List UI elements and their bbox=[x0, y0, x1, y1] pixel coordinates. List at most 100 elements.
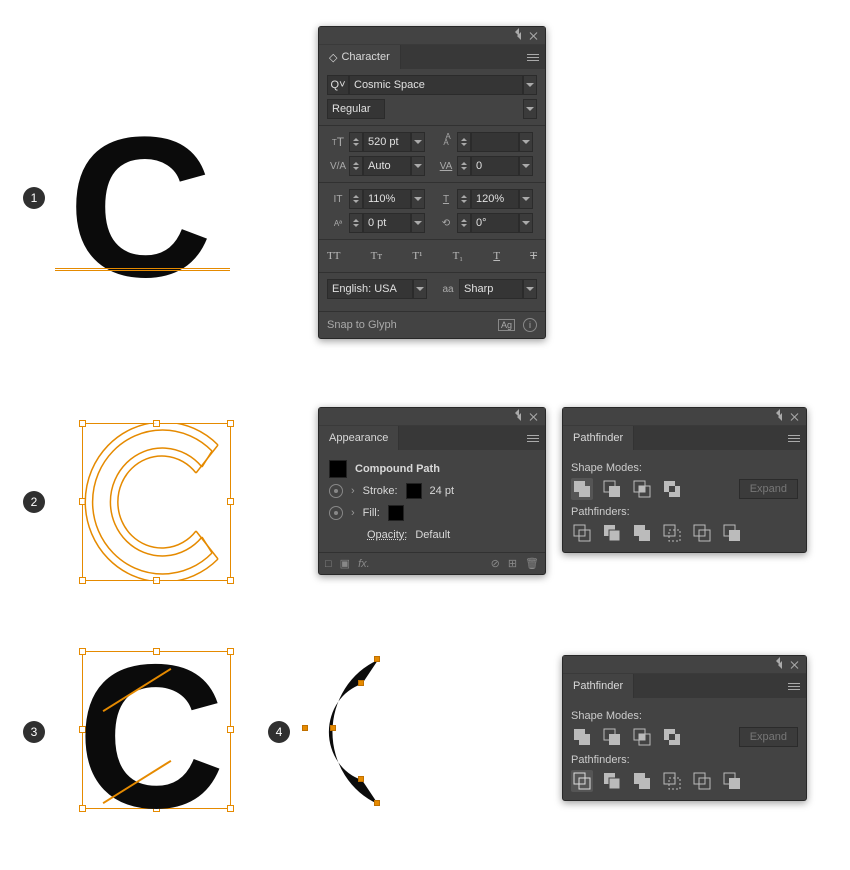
tracking-stepper[interactable] bbox=[457, 156, 471, 176]
stroke-value[interactable]: 24 pt bbox=[430, 485, 454, 497]
leading-field[interactable] bbox=[471, 132, 519, 152]
visibility-toggle[interactable] bbox=[329, 506, 343, 520]
leading-stepper[interactable] bbox=[457, 132, 471, 152]
font-family-dropdown[interactable] bbox=[523, 75, 537, 95]
panel-menu-icon[interactable] bbox=[788, 435, 800, 442]
panel-menu-icon[interactable] bbox=[527, 54, 539, 61]
vscale-field[interactable]: 110% bbox=[363, 189, 411, 209]
hscale-stepper[interactable] bbox=[457, 189, 471, 209]
expand-arrow[interactable]: › bbox=[351, 507, 355, 519]
trim-button[interactable] bbox=[601, 522, 623, 544]
superscript-button[interactable]: T¹ bbox=[412, 250, 422, 262]
outline-button[interactable] bbox=[691, 770, 713, 792]
divide-button[interactable] bbox=[571, 522, 593, 544]
collapse-icon[interactable] bbox=[517, 413, 521, 421]
kerning-dropdown[interactable] bbox=[411, 156, 425, 176]
fill-row[interactable]: › Fill: bbox=[329, 502, 535, 524]
unite-button[interactable] bbox=[571, 726, 593, 748]
merge-button[interactable] bbox=[631, 522, 653, 544]
glyph-c-step2-outline[interactable] bbox=[82, 423, 231, 581]
merge-button[interactable] bbox=[631, 770, 653, 792]
font-style-dropdown[interactable] bbox=[523, 99, 537, 119]
intersect-button[interactable] bbox=[631, 478, 653, 500]
outline-button[interactable] bbox=[691, 522, 713, 544]
hscale-dropdown[interactable] bbox=[519, 189, 533, 209]
strikethrough-button[interactable]: T bbox=[530, 250, 537, 262]
unite-button[interactable] bbox=[571, 478, 593, 500]
font-family-field[interactable]: Cosmic Space bbox=[349, 75, 523, 95]
glyph-bounds-icon[interactable]: Ag bbox=[498, 319, 515, 331]
minus-back-button[interactable] bbox=[721, 522, 743, 544]
opacity-row[interactable]: Opacity: Default bbox=[329, 524, 535, 546]
tracking-dropdown[interactable] bbox=[519, 156, 533, 176]
tab-character[interactable]: ◇ Character bbox=[319, 45, 401, 69]
glyph-c-step1[interactable]: C bbox=[68, 108, 212, 308]
font-style-field[interactable]: Regular bbox=[327, 99, 385, 119]
exclude-button[interactable] bbox=[661, 726, 683, 748]
trash-icon[interactable]: 🗑 bbox=[525, 557, 539, 570]
new-stroke-icon[interactable]: □ bbox=[325, 558, 332, 570]
glyph-c-step3[interactable]: C bbox=[77, 634, 225, 839]
clear-icon[interactable]: ⊘ bbox=[491, 557, 500, 570]
collapse-icon[interactable] bbox=[517, 32, 521, 40]
baseline-field[interactable]: 0 pt bbox=[363, 213, 411, 233]
font-size-stepper[interactable] bbox=[349, 132, 363, 152]
rotation-field[interactable]: 0° bbox=[471, 213, 519, 233]
tracking-field[interactable]: 0 bbox=[471, 156, 519, 176]
anchor-point[interactable] bbox=[330, 725, 336, 731]
close-icon[interactable] bbox=[529, 31, 539, 41]
anchor-point[interactable] bbox=[358, 680, 364, 686]
leading-dropdown[interactable] bbox=[519, 132, 533, 152]
anchor-point[interactable] bbox=[374, 800, 380, 806]
close-icon[interactable] bbox=[790, 660, 800, 670]
font-size-field[interactable]: 520 pt bbox=[363, 132, 411, 152]
trim-button[interactable] bbox=[601, 770, 623, 792]
anchor-point[interactable] bbox=[374, 656, 380, 662]
minus-front-button[interactable] bbox=[601, 726, 623, 748]
crop-button[interactable] bbox=[661, 522, 683, 544]
tab-pathfinder[interactable]: Pathfinder bbox=[563, 426, 634, 450]
language-dropdown[interactable] bbox=[413, 279, 427, 299]
panel-menu-icon[interactable] bbox=[527, 435, 539, 442]
duplicate-icon[interactable]: ⊞ bbox=[508, 557, 517, 570]
stroke-row[interactable]: › Stroke: 24 pt bbox=[329, 480, 535, 502]
fx-icon[interactable]: fx. bbox=[358, 558, 370, 570]
antialias-field[interactable]: Sharp bbox=[459, 279, 523, 299]
underline-button[interactable]: T bbox=[493, 250, 500, 262]
vscale-stepper[interactable] bbox=[349, 189, 363, 209]
small-caps-button[interactable]: Tᴛ bbox=[371, 250, 383, 262]
baseline-dropdown[interactable] bbox=[411, 213, 425, 233]
collapse-icon[interactable] bbox=[778, 661, 782, 669]
exclude-button[interactable] bbox=[661, 478, 683, 500]
expand-arrow[interactable]: › bbox=[351, 485, 355, 497]
crop-button[interactable] bbox=[661, 770, 683, 792]
tab-pathfinder[interactable]: Pathfinder bbox=[563, 674, 634, 698]
rotation-dropdown[interactable] bbox=[519, 213, 533, 233]
tab-appearance[interactable]: Appearance bbox=[319, 426, 399, 450]
kerning-field[interactable]: Auto bbox=[363, 156, 411, 176]
hscale-field[interactable]: 120% bbox=[471, 189, 519, 209]
opacity-value[interactable]: Default bbox=[415, 529, 450, 541]
minus-back-button[interactable] bbox=[721, 770, 743, 792]
collapse-icon[interactable] bbox=[778, 413, 782, 421]
intersect-button[interactable] bbox=[631, 726, 653, 748]
kerning-stepper[interactable] bbox=[349, 156, 363, 176]
subscript-button[interactable]: T₁ bbox=[453, 250, 464, 262]
font-size-dropdown[interactable] bbox=[411, 132, 425, 152]
baseline-stepper[interactable] bbox=[349, 213, 363, 233]
rotation-stepper[interactable] bbox=[457, 213, 471, 233]
close-icon[interactable] bbox=[790, 412, 800, 422]
visibility-toggle[interactable] bbox=[329, 484, 343, 498]
divide-button[interactable] bbox=[571, 770, 593, 792]
anchor-point[interactable] bbox=[302, 725, 308, 731]
arc-piece-step4[interactable] bbox=[300, 642, 410, 822]
close-icon[interactable] bbox=[529, 412, 539, 422]
vscale-dropdown[interactable] bbox=[411, 189, 425, 209]
fill-swatch[interactable] bbox=[388, 505, 404, 521]
all-caps-button[interactable]: TT bbox=[327, 250, 340, 262]
find-font-icon[interactable]: Q˅ bbox=[327, 75, 349, 95]
panel-menu-icon[interactable] bbox=[788, 683, 800, 690]
anchor-point[interactable] bbox=[358, 776, 364, 782]
info-icon[interactable]: i bbox=[523, 318, 537, 332]
antialias-dropdown[interactable] bbox=[523, 279, 537, 299]
